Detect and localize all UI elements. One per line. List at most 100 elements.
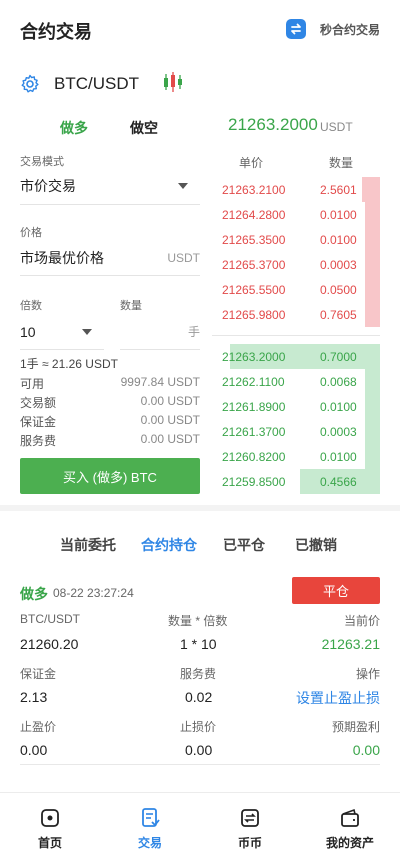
ask-price: 21264.2800	[222, 208, 286, 222]
bid-qty: 0.7000	[320, 350, 357, 364]
nav-trade[interactable]: 交易	[110, 807, 190, 851]
ask-depth-bar	[365, 227, 380, 252]
ask-row[interactable]: 21264.2800 0.0100	[212, 202, 380, 227]
current-price-label: 当前价	[343, 614, 380, 628]
ask-row[interactable]: 21265.5500 0.0500	[212, 277, 380, 302]
bid-qty: 0.4566	[320, 475, 357, 489]
gear-icon[interactable]	[20, 74, 40, 94]
bid-price: 21261.8900	[222, 400, 286, 414]
ask-qty: 0.0100	[320, 233, 357, 247]
swap-icon	[285, 19, 306, 39]
bid-row[interactable]: 21261.8900 0.0100	[212, 394, 380, 419]
expected-pnl-label: 预期盈利	[331, 720, 380, 734]
leverage-value: 10	[20, 323, 36, 340]
ask-qty: 0.0100	[320, 208, 357, 222]
order-form: 交易模式 市价交易 价格 市场最优价格 USDT 倍数 数量 10 手 1手 ≈…	[20, 150, 200, 494]
stat-value: 0.00 USDT	[140, 432, 200, 446]
quantity-input[interactable]: 手	[120, 314, 200, 350]
bid-price: 21260.8200	[222, 450, 286, 464]
ask-row[interactable]: 21265.3500 0.0100	[212, 227, 380, 252]
trading-pair: BTC/USDT	[54, 74, 139, 93]
position-current-price: 21263.21	[321, 636, 380, 652]
buy-long-button[interactable]: 买入 (做多) BTC	[20, 458, 200, 494]
stop-loss-label: 止损价	[180, 720, 217, 734]
book-qty-header: 数量	[329, 156, 354, 170]
bid-row[interactable]: 21261.3700 0.0003	[212, 419, 380, 444]
page-title: 合约交易	[20, 22, 92, 42]
pair-label: BTC/USDT	[20, 612, 80, 626]
nav-spot[interactable]: 币币	[210, 807, 290, 851]
bid-qty: 0.0068	[320, 375, 357, 389]
trade-icon	[139, 807, 161, 829]
price-label: 价格	[20, 227, 42, 239]
quantity-unit: 手	[187, 325, 200, 339]
book-price-header: 单价	[239, 156, 264, 170]
set-tp-sl-link[interactable]: 设置止盈止损	[296, 688, 380, 708]
order-stats: 可用 9997.84 USDT 交易额 0.00 USDT 保证金 0.00 USDT 服务…	[20, 375, 200, 451]
trade-direction-tabs: 做多 做空 21263.2000 USDT	[0, 115, 400, 139]
stat-label: 服务费	[20, 434, 57, 448]
ask-depth-bar	[365, 252, 380, 277]
nav-spot-label: 币币	[237, 836, 262, 850]
bid-qty: 0.0100	[320, 450, 357, 464]
tab-short[interactable]: 做空	[130, 118, 158, 138]
tab-open-orders[interactable]: 当前委托	[60, 535, 116, 555]
ask-row[interactable]: 21263.2100 2.5601	[212, 177, 380, 202]
ask-price: 21265.5500	[222, 283, 286, 297]
lot-note: 1手 ≈ 21.26 USDT	[20, 357, 118, 371]
current-price: 21263.2000	[228, 115, 318, 134]
bid-price: 21262.1100	[222, 375, 285, 389]
trade-mode-value: 市价交易	[20, 178, 76, 194]
swap-contract-label: 秒合约交易	[319, 22, 380, 37]
swap-contract-link[interactable]: 秒合约交易	[285, 19, 380, 39]
ask-qty: 0.0003	[320, 258, 357, 272]
tab-closed[interactable]: 已平仓	[223, 535, 265, 555]
take-profit-value: 0.00	[20, 742, 48, 758]
ask-qty: 2.5601	[320, 183, 357, 197]
bottom-nav: 首页 交易 币币 我的资产	[0, 792, 400, 861]
ask-row[interactable]: 21265.3700 0.0003	[212, 252, 380, 277]
price-unit: USDT	[167, 250, 200, 265]
bid-depth-bar	[365, 419, 380, 444]
symbol-selector[interactable]: BTC/USDT	[20, 70, 185, 98]
ask-depth-bar	[362, 177, 380, 202]
ask-price: 21265.3500	[222, 233, 286, 247]
nav-home-label: 首页	[37, 836, 62, 850]
price-input-value: 市场最优价格	[20, 249, 104, 266]
card-bottom-line	[20, 764, 380, 765]
bid-depth-bar	[365, 369, 380, 394]
ask-row[interactable]: 21265.9800 0.7605	[212, 302, 380, 327]
stat-label: 交易额	[20, 396, 57, 410]
trade-mode-select[interactable]: 市价交易	[20, 168, 200, 205]
bid-price: 21261.3700	[222, 425, 286, 439]
bid-row[interactable]: 21263.2000 0.7000	[212, 344, 380, 369]
nav-home[interactable]: 首页	[10, 807, 90, 851]
stat-label: 可用	[20, 377, 45, 391]
order-book: 单价 数量 21263.2100 2.5601 21264.2800 0.0100 21…	[212, 150, 380, 494]
fee-value: 0.02	[185, 689, 213, 705]
candlestick-chart-icon[interactable]	[161, 70, 185, 99]
nav-trade-label: 交易	[137, 836, 162, 850]
tab-cancelled[interactable]: 已撤销	[295, 535, 337, 555]
tab-long[interactable]: 做多	[60, 118, 88, 138]
stat-value: 0.00 USDT	[140, 413, 200, 427]
trade-mode-label: 交易模式	[20, 156, 64, 168]
bid-row[interactable]: 21259.8500 0.4566	[212, 469, 380, 494]
leverage-select[interactable]: 10	[20, 314, 104, 350]
stat-row: 可用 9997.84 USDT	[20, 375, 200, 394]
bid-row[interactable]: 21260.8200 0.0100	[212, 444, 380, 469]
qty-leverage-value: 1 * 10	[180, 636, 217, 652]
ask-depth-bar	[365, 302, 380, 327]
tab-positions[interactable]: 合约持仓	[141, 535, 197, 555]
close-position-button[interactable]: 平仓	[292, 577, 380, 604]
nav-assets[interactable]: 我的资产	[310, 807, 390, 851]
section-divider	[0, 505, 400, 511]
price-input[interactable]: 市场最优价格 USDT	[20, 240, 200, 276]
ask-price: 21265.9800	[222, 308, 286, 322]
bid-row[interactable]: 21262.1100 0.0068	[212, 369, 380, 394]
bid-price: 21259.8500	[222, 475, 286, 489]
app-header: 合约交易 秒合约交易	[0, 0, 400, 60]
ask-qty: 0.7605	[320, 308, 357, 322]
bid-price: 21263.2000	[222, 350, 286, 364]
current-price-unit: USDT	[320, 120, 353, 134]
